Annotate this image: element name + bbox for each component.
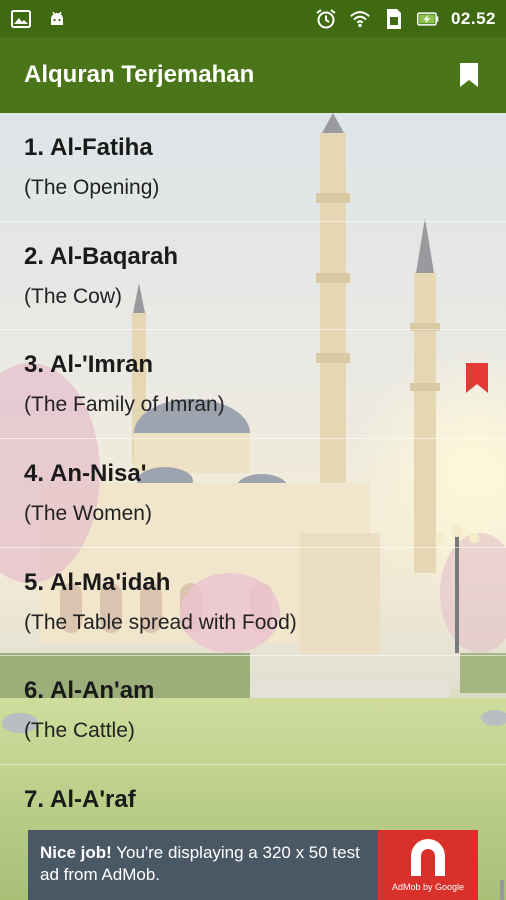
surah-list-item[interactable]: 2. Al-Baqarah (The Cow): [0, 222, 506, 331]
surah-number: 7.: [24, 786, 45, 814]
surah-title: 3. Al-'Imran: [24, 350, 482, 380]
surah-name: Al-Fatiha: [50, 134, 153, 161]
surah-list-item[interactable]: 3. Al-'Imran (The Family of Imran): [0, 330, 506, 440]
surah-number: 6.: [24, 677, 45, 705]
surah-list[interactable]: 1. Al-Fatiha (The Opening) 2. Al-Baqarah (The…: [0, 113, 506, 830]
surah-meaning: (The Cow): [24, 284, 123, 308]
surah-name: Al-Baqarah: [50, 242, 179, 270]
bookmark-icon[interactable]: [464, 362, 490, 394]
scrollbar[interactable]: [500, 880, 504, 900]
surah-number: 1.: [24, 134, 45, 161]
app-toolbar: Alquran Terjemahan: [0, 37, 506, 113]
sim-card-icon: [383, 8, 405, 30]
surah-title: 5. Al-Ma'idah: [24, 568, 482, 598]
surah-list-item[interactable]: 4. An-Nisa' (The Women): [0, 439, 506, 548]
surah-name: Al-An'am: [50, 677, 155, 705]
surah-list-item[interactable]: 5. Al-Ma'idah (The Table spread with Food): [0, 548, 506, 657]
battery-charging-icon: [416, 8, 439, 30]
surah-meaning: (The Women): [24, 502, 152, 526]
android-icon: [46, 8, 68, 30]
surah-title: 4. An-Nisa': [24, 459, 482, 489]
alarm-icon: [315, 8, 337, 30]
surah-number: 2.: [24, 242, 45, 270]
surah-name: Al-'Imran: [50, 351, 154, 379]
admob-icon: [411, 839, 445, 876]
surah-meaning: (The Table spread with Food): [24, 610, 297, 634]
surah-list-item[interactable]: 7. Al-A'raf: [0, 765, 506, 830]
admob-logo[interactable]: AdMob by Google: [378, 830, 478, 900]
surah-meaning: (The Family of Imran): [24, 393, 225, 417]
wifi-icon: [349, 8, 371, 30]
app-title: Alquran Terjemahan: [24, 61, 255, 88]
surah-name: An-Nisa': [50, 460, 147, 488]
surah-list-item[interactable]: 1. Al-Fatiha (The Opening): [0, 113, 506, 222]
ad-banner[interactable]: Nice job! You're displaying a 320 x 50 t…: [28, 830, 478, 900]
surah-title: 1. Al-Fatiha: [24, 133, 482, 163]
surah-number: 5.: [24, 568, 45, 596]
surah-meaning: (The Cattle): [24, 719, 135, 743]
bookmark-icon[interactable]: [454, 60, 484, 90]
surah-number: 4.: [24, 460, 45, 488]
admob-caption: AdMob by Google: [391, 882, 465, 892]
status-bar: 02.52: [0, 0, 506, 37]
surah-list-item[interactable]: 6. Al-An'am (The Cattle): [0, 656, 506, 766]
ad-headline: Nice job!: [40, 843, 112, 862]
surah-title: 2. Al-Baqarah: [24, 242, 482, 272]
status-time: 02.52: [450, 8, 496, 28]
surah-meaning: (The Opening): [24, 176, 160, 199]
surah-number: 3.: [24, 351, 45, 379]
surah-title: 6. Al-An'am: [24, 676, 482, 706]
image-icon: [10, 8, 32, 30]
ad-text: Nice job! You're displaying a 320 x 50 t…: [28, 830, 378, 900]
surah-title: 7. Al-A'raf: [24, 785, 482, 815]
surah-name: Al-A'raf: [50, 786, 136, 814]
surah-name: Al-Ma'idah: [50, 568, 171, 596]
